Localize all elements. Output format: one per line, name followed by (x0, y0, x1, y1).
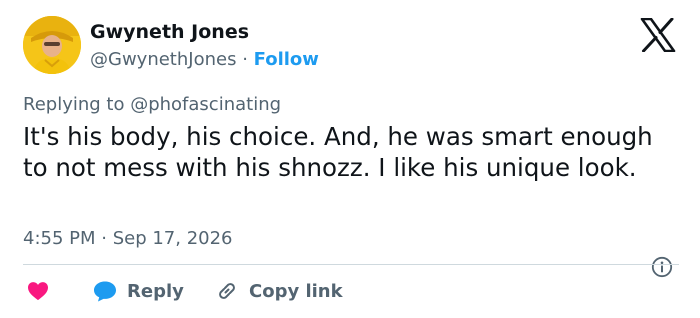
avatar-image (23, 16, 81, 74)
author-meta: @GwynethJones · Follow (90, 49, 319, 70)
heart-icon[interactable] (27, 281, 49, 301)
reply-label: Reply (127, 280, 184, 302)
avatar[interactable] (23, 16, 81, 74)
tweet-timestamp[interactable]: 4:55 PM · Sep 17, 2026 (23, 228, 233, 249)
reply-target-link[interactable]: @phofascinating (130, 94, 281, 115)
reply-context-prefix: Replying to (23, 94, 131, 115)
author-handle[interactable]: @GwynethJones (90, 49, 236, 70)
separator-dot: · (242, 49, 254, 70)
tweet-card: Gwyneth Jones @GwynethJones · Follow Rep… (0, 0, 700, 318)
reply-button[interactable]: Reply (93, 277, 184, 305)
copy-link-button[interactable]: Copy link (215, 277, 343, 305)
copy-link-label: Copy link (249, 280, 343, 302)
info-icon[interactable] (651, 256, 673, 278)
divider (23, 264, 679, 265)
reply-context: Replying to @phofascinating (23, 94, 281, 115)
author-name[interactable]: Gwyneth Jones (90, 21, 249, 43)
speech-bubble-icon (94, 281, 116, 302)
x-logo-icon[interactable] (640, 18, 676, 52)
tweet-text: It's his body, his choice. And, he was s… (23, 122, 653, 182)
link-icon (219, 283, 235, 299)
follow-button[interactable]: Follow (254, 49, 319, 70)
